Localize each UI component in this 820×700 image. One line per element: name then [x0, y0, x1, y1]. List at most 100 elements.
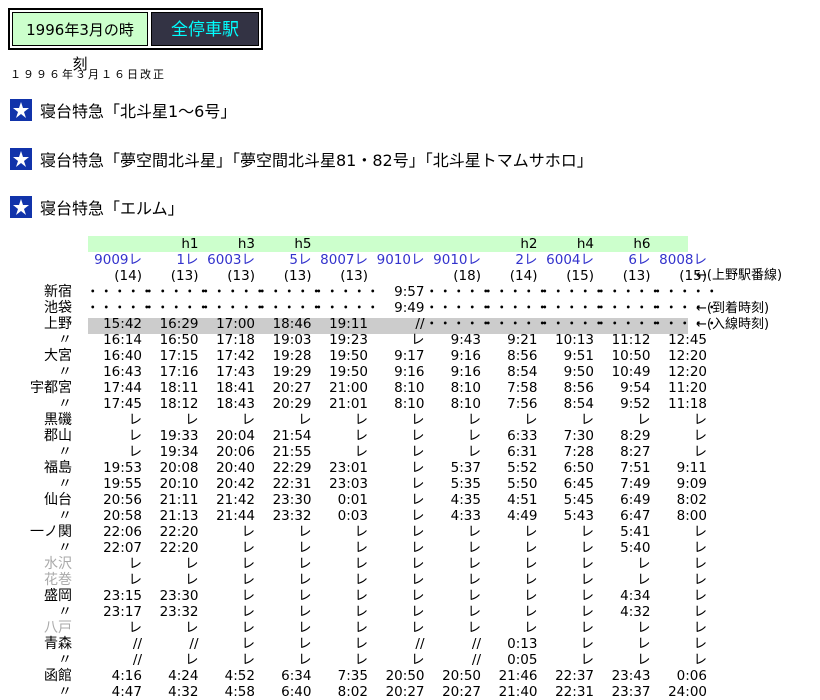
time-cell: レ	[467, 620, 482, 636]
time-cell: レ	[411, 428, 425, 444]
station-name	[30, 252, 72, 268]
time-cell: 21:44	[216, 508, 255, 524]
time-cell: ・・・・・	[255, 284, 324, 300]
station-name: 一ノ関	[30, 524, 72, 540]
time-cell: レ	[241, 524, 256, 540]
time-cell: レ	[411, 524, 425, 540]
station-name: 仙台	[44, 492, 72, 508]
train-no[interactable]: 9009レ	[86, 252, 142, 268]
tab-1996-march-times[interactable]: 1996年3月の時刻	[12, 12, 148, 73]
time-cell: 9:50	[563, 364, 594, 380]
time-cell: 0:01	[337, 492, 368, 508]
time-cell: レ	[693, 556, 708, 572]
time-cell: 20:27	[442, 684, 481, 700]
time-cell: 21:46	[498, 668, 538, 684]
train-no[interactable]: 6003レ	[199, 252, 255, 268]
time-cell: レ	[411, 412, 425, 428]
time-cell: 11:12	[611, 332, 651, 348]
time-cell: レ	[241, 572, 256, 588]
time-cell: レ	[637, 412, 651, 428]
train-track: (14)	[509, 268, 538, 284]
train-no[interactable]: 6レ	[595, 252, 650, 268]
time-cell: ・・・・・	[199, 300, 267, 316]
time-cell: 23:43	[611, 668, 651, 684]
train-no[interactable]: 9010レ	[425, 252, 481, 268]
train-nick: h3	[237, 236, 255, 252]
time-cell: レ	[637, 636, 651, 652]
time-cell: 17:16	[159, 364, 199, 380]
time-cell: レ	[354, 652, 369, 668]
train-no[interactable]: 5レ	[256, 252, 311, 268]
train-no[interactable]: 1レ	[143, 252, 198, 268]
star-icon	[10, 148, 32, 170]
time-cell: 21:42	[216, 492, 255, 508]
train-no[interactable]: 6004レ	[538, 252, 594, 268]
time-cell: レ	[298, 540, 312, 556]
note: ←(上野駅番線)	[696, 268, 783, 284]
train-no[interactable]: 8008レ	[651, 252, 707, 268]
time-cell: レ	[354, 556, 369, 572]
time-cell: レ	[298, 652, 312, 668]
station-name: 八戸	[44, 620, 72, 636]
time-cell: レ	[467, 604, 482, 620]
time-cell: レ	[241, 540, 256, 556]
time-cell: 7:30	[563, 428, 594, 444]
time-cell: レ	[693, 636, 708, 652]
train-no[interactable]: 2レ	[482, 252, 537, 268]
time-cell: レ	[241, 412, 256, 428]
time-cell: レ	[128, 444, 143, 460]
time-cell: レ	[524, 620, 538, 636]
time-cell: //	[471, 652, 481, 668]
time-cell: レ	[411, 556, 425, 572]
time-cell: レ	[185, 412, 199, 428]
time-cell: 10:50	[611, 348, 651, 364]
time-cell: レ	[354, 604, 369, 620]
time-cell: 22:37	[555, 668, 594, 684]
time-cell: レ	[693, 620, 708, 636]
train-no[interactable]: 9010レ	[369, 252, 425, 268]
time-cell: レ	[580, 540, 595, 556]
station-name: 〃	[58, 604, 72, 620]
time-cell: 8:56	[563, 380, 594, 396]
time-cell: レ	[185, 620, 199, 636]
time-cell: レ	[693, 604, 708, 620]
train-column: h3 6003レ (13) ・・・・・ ・・・・・ 17:00 17:18 17:42 17:4…	[199, 236, 267, 700]
time-cell: ・・・・・	[86, 300, 154, 316]
section-yumekukan[interactable]: 寝台特急「夢空間北斗星」「夢空間北斗星81・82号」「北斗星トマムサホロ」	[10, 147, 593, 171]
time-cell: 19:50	[329, 348, 368, 364]
time-cell: 23:17	[103, 604, 142, 620]
time-cell: 18:46	[272, 316, 312, 332]
time-cell: 20:10	[159, 476, 199, 492]
time-cell: レ	[467, 428, 482, 444]
time-cell: 20:08	[159, 460, 199, 476]
station-name: 郡山	[44, 428, 72, 444]
time-cell: レ	[524, 524, 538, 540]
time-cell: レ	[128, 572, 143, 588]
time-cell: レ	[467, 556, 482, 572]
train-nick	[425, 236, 481, 252]
time-cell: 9:52	[620, 396, 651, 412]
time-cell: ・・・・・	[425, 316, 493, 332]
train-track: (13)	[283, 268, 312, 284]
train-nick	[651, 236, 707, 252]
time-cell: レ	[128, 412, 143, 428]
time-cell: 9:16	[450, 364, 481, 380]
time-cell: 12:20	[668, 348, 707, 364]
time-cell: レ	[411, 604, 425, 620]
tab-all-stops[interactable]: 全停車駅	[151, 12, 259, 46]
time-cell: レ	[354, 428, 369, 444]
time-cell: 19:55	[103, 476, 142, 492]
time-cell: ・・・・・	[594, 316, 663, 332]
time-cell: ・・・・・	[142, 300, 211, 316]
time-cell: 4:35	[450, 492, 481, 508]
time-cell: 8:29	[620, 428, 651, 444]
time-cell: ・・・・・	[199, 284, 267, 300]
time-cell: 23:37	[611, 684, 651, 700]
time-cell: レ	[467, 524, 482, 540]
time-cell: 16:50	[159, 332, 199, 348]
time-cell: 21:13	[159, 508, 199, 524]
section-elm[interactable]: 寝台特急「エルム」	[10, 195, 184, 219]
train-no[interactable]: 8007レ	[312, 252, 368, 268]
time-cell: レ	[354, 540, 369, 556]
section-hokutosei[interactable]: 寝台特急「北斗星1〜6号」	[10, 98, 236, 122]
